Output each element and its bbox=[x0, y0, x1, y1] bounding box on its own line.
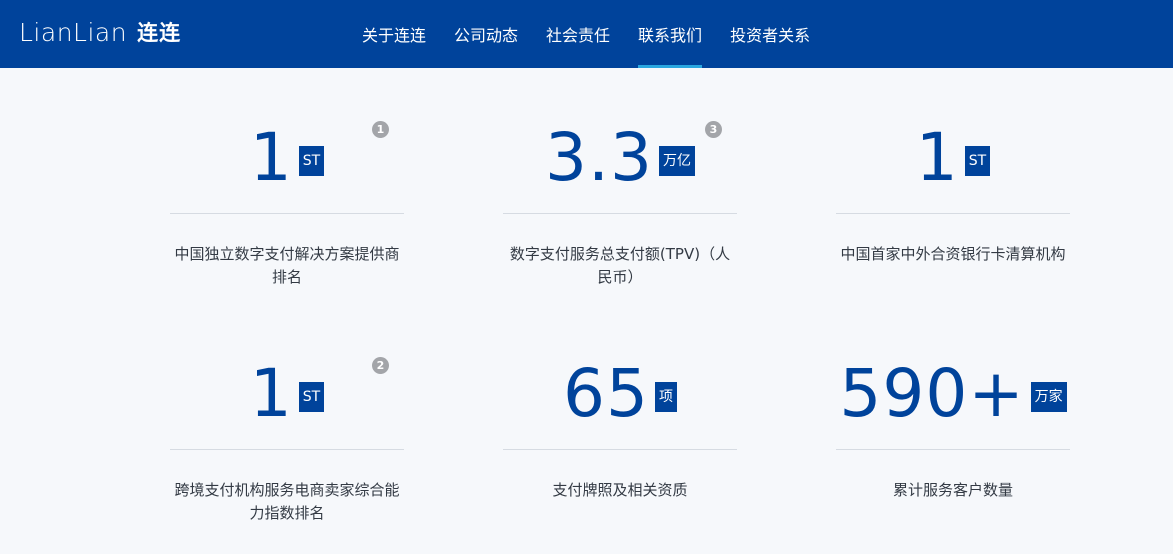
stat-divider bbox=[836, 213, 1070, 214]
stat-divider bbox=[503, 213, 737, 214]
stat-figure: 1 ST bbox=[170, 118, 404, 198]
stat-number: 1 bbox=[915, 119, 959, 196]
stat-unit-badge: ST bbox=[964, 146, 991, 176]
nav-contact-us[interactable]: 联系我们 bbox=[624, 0, 716, 68]
stat-description: 支付牌照及相关资质 bbox=[552, 481, 688, 499]
stat-description: 中国首家中外合资银行卡清算机构 bbox=[840, 245, 1066, 263]
stat-divider bbox=[503, 449, 737, 450]
stat-description: 累计服务客户数量 bbox=[892, 481, 1013, 499]
stat-number: 65 bbox=[563, 355, 649, 432]
stat-figure: 1 ST bbox=[170, 354, 404, 434]
stat-number: 3.3 bbox=[545, 119, 653, 196]
stat-card-licenses: 65 项 支付牌照及相关资质 bbox=[503, 354, 737, 554]
stat-unit-badge: ST bbox=[298, 382, 325, 412]
stat-number: 1 bbox=[249, 355, 293, 432]
stat-card-cross-border-rank: 1 ST 2 跨境支付机构服务电商卖家综合能力指数排名 bbox=[170, 354, 404, 554]
nav-investor-relations[interactable]: 投资者关系 bbox=[716, 0, 824, 68]
stat-number: 1 bbox=[249, 119, 293, 196]
logo-latin-text: LianLian bbox=[19, 17, 128, 47]
stat-description: 跨境支付机构服务电商卖家综合能力指数排名 bbox=[174, 481, 400, 522]
stat-card-digital-payment-rank: 1 ST 1 中国独立数字支付解决方案提供商排名 bbox=[170, 118, 404, 318]
stat-description: 数字支付服务总支付额(TPV)（人民币） bbox=[509, 245, 731, 286]
stat-figure: 3.3 万亿 bbox=[503, 118, 737, 198]
stat-description: 中国独立数字支付解决方案提供商排名 bbox=[174, 245, 400, 286]
stat-unit-badge: 万家 bbox=[1030, 382, 1067, 412]
main-nav: 关于连连 公司动态 社会责任 联系我们 投资者关系 bbox=[348, 0, 824, 68]
stat-number: 590+ bbox=[839, 355, 1025, 432]
stat-unit-badge: ST bbox=[298, 146, 325, 176]
nav-news[interactable]: 公司动态 bbox=[440, 0, 532, 68]
footnote-marker: 3 bbox=[705, 121, 722, 138]
stat-card-customers-served: 590+ 万家 累计服务客户数量 bbox=[836, 354, 1070, 554]
footnote-marker: 2 bbox=[372, 357, 389, 374]
stat-card-bank-card-clearing: 1 ST 中国首家中外合资银行卡清算机构 bbox=[836, 118, 1070, 318]
site-header: LianLian 连连 关于连连 公司动态 社会责任 联系我们 投资者关系 bbox=[0, 0, 1173, 68]
stat-divider bbox=[836, 449, 1070, 450]
stat-figure: 1 ST bbox=[836, 118, 1070, 198]
stat-unit-badge: 项 bbox=[654, 382, 677, 412]
lianlian-logo[interactable]: LianLian 连连 bbox=[19, 14, 181, 50]
stat-divider bbox=[170, 213, 404, 214]
logo-chinese-text: 连连 bbox=[137, 21, 182, 45]
footnote-marker: 1 bbox=[372, 121, 389, 138]
stat-figure: 65 项 bbox=[503, 354, 737, 434]
stat-divider bbox=[170, 449, 404, 450]
stat-figure: 590+ 万家 bbox=[836, 354, 1070, 434]
stat-unit-badge: 万亿 bbox=[658, 146, 695, 176]
nav-social-responsibility[interactable]: 社会责任 bbox=[532, 0, 624, 68]
stat-card-total-payment-volume: 3.3 万亿 3 数字支付服务总支付额(TPV)（人民币） bbox=[503, 118, 737, 318]
nav-about[interactable]: 关于连连 bbox=[348, 0, 440, 68]
